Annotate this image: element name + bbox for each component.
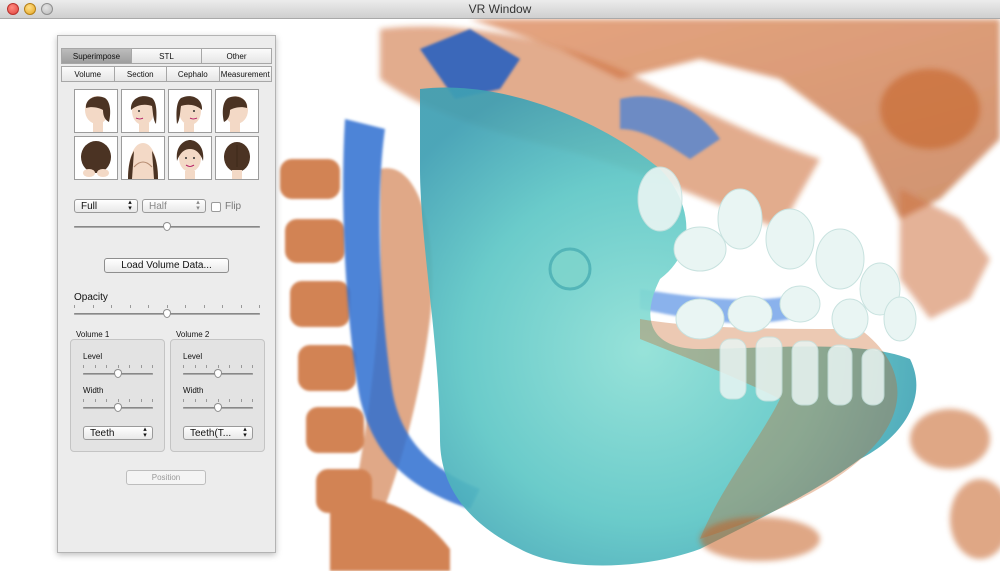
left-profile-icon bbox=[85, 96, 111, 132]
view-right-oblique-button[interactable] bbox=[168, 89, 212, 133]
bottom-view-icon bbox=[128, 143, 158, 179]
view-back-button[interactable] bbox=[215, 136, 259, 180]
updown-arrows-icon: ▴ ▾ bbox=[243, 426, 247, 439]
volume1-preset-select[interactable]: Teeth ▴ ▾ bbox=[83, 426, 153, 440]
view-left-profile-button[interactable] bbox=[74, 89, 118, 133]
tab-measurement[interactable]: Measurement bbox=[218, 66, 272, 82]
position-button[interactable]: Position bbox=[126, 470, 206, 485]
volume1-width-label: Width bbox=[83, 386, 104, 395]
tab-section[interactable]: Section bbox=[113, 66, 167, 82]
opacity-label: Opacity bbox=[74, 292, 108, 303]
clip-slider-knob[interactable] bbox=[163, 222, 171, 231]
half-side-select[interactable]: Half ▴ ▾ bbox=[142, 199, 206, 213]
updown-arrows-icon: ▴ ▾ bbox=[143, 426, 147, 439]
top-view-icon bbox=[81, 141, 111, 177]
flip-label: Flip bbox=[225, 201, 242, 212]
volume1-level-slider[interactable] bbox=[83, 365, 153, 379]
volume2-width-label: Width bbox=[183, 386, 204, 395]
volume2-preset-select[interactable]: Teeth(T... ▴ ▾ bbox=[183, 426, 253, 440]
volume1-title: Volume 1 bbox=[76, 330, 110, 339]
tab-row-bottom: Volume Section Cephalo Measurement bbox=[61, 66, 272, 82]
view-right-profile-button[interactable] bbox=[215, 89, 259, 133]
volume2-title: Volume 2 bbox=[176, 330, 210, 339]
volume2-level-label: Level bbox=[183, 352, 203, 361]
volume2-level-knob[interactable] bbox=[214, 369, 222, 378]
tab-other[interactable]: Other bbox=[201, 48, 272, 64]
back-view-icon bbox=[224, 142, 250, 179]
volume1-group: Level Width Teeth ▴ ▾ bbox=[70, 339, 165, 452]
view-front-button[interactable] bbox=[168, 136, 212, 180]
tab-volume[interactable]: Volume bbox=[61, 66, 115, 82]
tab-row-top: Superimpose STL Other bbox=[61, 48, 272, 64]
tab-cephalo[interactable]: Cephalo bbox=[166, 66, 220, 82]
flip-checkbox[interactable] bbox=[211, 202, 221, 212]
volume1-level-knob[interactable] bbox=[114, 369, 122, 378]
tab-stl[interactable]: STL bbox=[131, 48, 202, 64]
volume1-width-knob[interactable] bbox=[114, 403, 122, 412]
volume2-width-knob[interactable] bbox=[214, 403, 222, 412]
volume2-width-slider[interactable] bbox=[183, 399, 253, 413]
right-oblique-icon bbox=[176, 96, 203, 132]
view-left-oblique-button[interactable] bbox=[121, 89, 165, 133]
volume2-level-slider[interactable] bbox=[183, 365, 253, 379]
volume1-level-label: Level bbox=[83, 352, 103, 361]
view-orientation-grid bbox=[74, 89, 264, 180]
view-bottom-button[interactable] bbox=[121, 136, 165, 180]
right-profile-icon bbox=[222, 96, 248, 132]
load-volume-data-button[interactable]: Load Volume Data... bbox=[104, 258, 229, 273]
opacity-slider[interactable] bbox=[74, 305, 260, 319]
volume1-width-slider[interactable] bbox=[83, 399, 153, 413]
control-panel: Superimpose STL Other Volume Section Cep… bbox=[57, 35, 276, 553]
front-view-icon bbox=[176, 140, 204, 179]
window-title-bar[interactable]: VR Window bbox=[0, 0, 1000, 19]
volume2-group: Level Width Teeth(T... ▴ ▾ bbox=[170, 339, 265, 452]
clip-slider[interactable] bbox=[74, 222, 260, 232]
updown-arrows-icon: ▴ ▾ bbox=[128, 199, 132, 212]
opacity-slider-knob[interactable] bbox=[163, 309, 171, 318]
updown-arrows-icon: ▴ ▾ bbox=[196, 199, 200, 212]
render-mode-select[interactable]: Full ▴ ▾ bbox=[74, 199, 138, 213]
tab-superimpose[interactable]: Superimpose bbox=[61, 48, 132, 64]
view-top-button[interactable] bbox=[74, 136, 118, 180]
window-title: VR Window bbox=[468, 2, 532, 16]
left-oblique-icon bbox=[130, 96, 157, 132]
